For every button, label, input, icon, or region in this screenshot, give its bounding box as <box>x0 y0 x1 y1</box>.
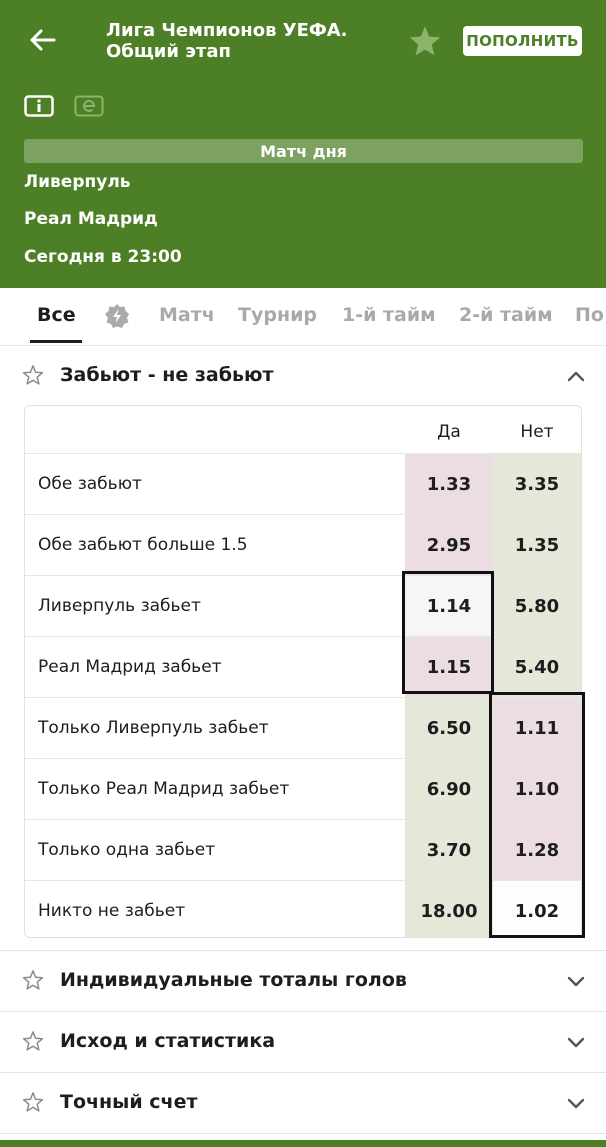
chevron-down-icon[interactable] <box>565 971 587 991</box>
e-icon[interactable] <box>74 95 104 117</box>
bottom-bar <box>0 1140 606 1147</box>
odds-no-button[interactable]: 5.80 <box>493 576 581 636</box>
outcome-label: Реал Мадрид забьет <box>38 657 222 677</box>
star-icon[interactable] <box>22 1030 44 1052</box>
tab-all[interactable]: Все <box>37 304 76 326</box>
bolt-icon[interactable] <box>104 303 130 329</box>
market-title: Индивидуальные тоталы голов <box>60 969 407 991</box>
outcome-label: Только одна забьет <box>38 840 216 860</box>
highlight-box <box>489 692 585 938</box>
market-header-exact-score[interactable]: Точный счет <box>0 1073 606 1133</box>
odds-no-button[interactable]: 5.40 <box>493 637 581 697</box>
market-tabs: Все Матч Турнир 1-й тайм 2-й тайм По <box>0 288 606 346</box>
chevron-up-icon[interactable] <box>565 366 587 386</box>
outcome-label: Только Реал Мадрид забьет <box>38 779 290 799</box>
odds-row: Реал Мадрид забьет 1.15 5.40 <box>25 636 581 697</box>
star-icon[interactable] <box>22 1091 44 1113</box>
event-title: Лига Чемпионов УЕФА. Общий этап <box>106 20 348 62</box>
divider <box>0 1133 606 1134</box>
chevron-down-icon[interactable] <box>565 1032 587 1052</box>
odds-yes-button[interactable]: 3.70 <box>405 820 493 880</box>
outcome-label: Ливерпуль забьет <box>38 596 201 616</box>
market-title: Забьют - не забьют <box>60 364 274 386</box>
home-team: Ливерпуль <box>24 172 131 192</box>
tab-more[interactable]: По <box>575 304 604 326</box>
odds-no-button[interactable]: 1.35 <box>493 515 581 575</box>
odds-no-button[interactable]: 3.35 <box>493 454 581 514</box>
market-title: Точный счет <box>60 1091 198 1113</box>
tab-match[interactable]: Матч <box>159 304 215 326</box>
column-header-no: Нет <box>520 422 554 442</box>
star-icon[interactable] <box>406 22 444 60</box>
chevron-down-icon[interactable] <box>565 1093 587 1113</box>
active-tab-indicator <box>30 340 82 343</box>
odds-yes-button[interactable]: 18.00 <box>405 881 493 937</box>
outcome-label: Никто не забьет <box>38 901 186 921</box>
star-icon[interactable] <box>22 364 44 386</box>
odds-yes-button[interactable]: 6.50 <box>405 698 493 758</box>
star-icon[interactable] <box>22 969 44 991</box>
highlight-box <box>402 571 494 694</box>
odds-yes-button[interactable]: 1.33 <box>405 454 493 514</box>
away-team: Реал Мадрид <box>24 209 158 229</box>
market-header-both-teams-score[interactable]: Забьют - не забьют <box>0 346 606 406</box>
event-header: Лига Чемпионов УЕФА. Общий этап ПОПОЛНИТ… <box>0 0 606 288</box>
market-header-individual-totals[interactable]: Индивидуальные тоталы голов <box>0 951 606 1011</box>
outcome-label: Только Ливерпуль забьет <box>38 718 269 738</box>
odds-yes-button[interactable]: 2.95 <box>405 515 493 575</box>
kickoff-time: Сегодня в 23:00 <box>24 247 182 267</box>
info-icon[interactable] <box>24 95 54 117</box>
odds-yes-button[interactable]: 6.90 <box>405 759 493 819</box>
odds-row: Обе забьют больше 1.5 2.95 1.35 <box>25 514 581 575</box>
topup-button[interactable]: ПОПОЛНИТЬ <box>463 26 582 56</box>
tab-tournament[interactable]: Турнир <box>238 304 317 326</box>
outcome-label: Обе забьют больше 1.5 <box>38 535 248 555</box>
back-arrow-icon[interactable] <box>24 22 60 58</box>
odds-row: Обе забьют 1.33 3.35 <box>25 453 581 514</box>
match-of-day-banner: Матч дня <box>24 139 583 163</box>
market-header-outcome-stats[interactable]: Исход и статистика <box>0 1012 606 1072</box>
market-title: Исход и статистика <box>60 1030 276 1052</box>
odds-row: Ливерпуль забьет 1.14 5.80 <box>25 575 581 636</box>
tab-second-half[interactable]: 2-й тайм <box>459 304 553 326</box>
tab-first-half[interactable]: 1-й тайм <box>342 304 436 326</box>
column-header-yes: Да <box>437 422 461 442</box>
outcome-label: Обе забьют <box>38 474 142 494</box>
